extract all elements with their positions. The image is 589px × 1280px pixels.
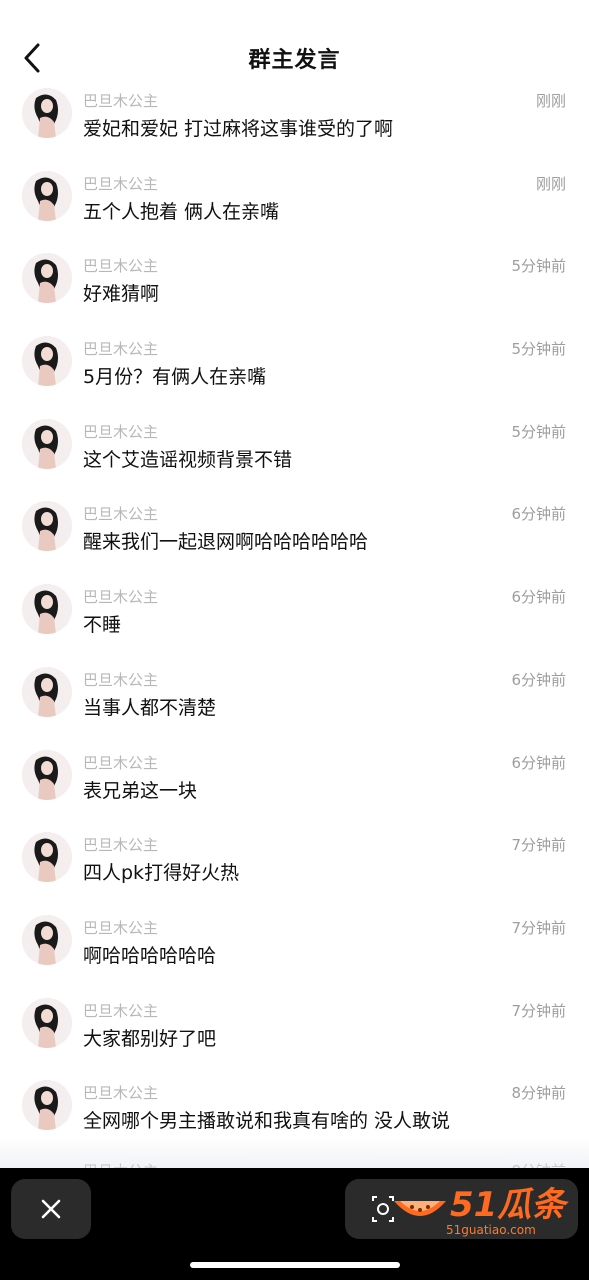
sender-name: 巴旦木公主 <box>83 918 159 937</box>
sender-name: 巴旦木公主 <box>83 340 159 359</box>
user-avatar[interactable] <box>22 997 72 1048</box>
user-avatar[interactable] <box>22 501 72 552</box>
message-text: 全网哪个男主播敢说和我真有啥的 没人敢说 <box>83 1110 451 1133</box>
message-text: 不睡 <box>83 614 122 637</box>
message-timestamp: 5分钟前 <box>511 422 566 441</box>
sender-name: 巴旦木公主 <box>83 753 159 772</box>
header: 群主发言 <box>0 0 589 86</box>
message-item[interactable]: 巴旦木公主 6分钟前表兄弟这一块 <box>0 748 589 831</box>
user-avatar[interactable] <box>22 1080 72 1131</box>
message-text: 大家都别好了吧 <box>83 1027 217 1050</box>
message-timestamp: 6分钟前 <box>511 505 566 524</box>
message-text: 5月份？有俩人在亲嘴 <box>83 366 267 389</box>
message-timestamp: 刚刚 <box>535 174 566 193</box>
user-avatar[interactable] <box>22 914 72 965</box>
watermelon-logo-icon <box>394 1201 446 1216</box>
message-timestamp: 刚刚 <box>535 92 566 110</box>
home-indicator <box>190 1262 400 1268</box>
message-item[interactable]: 巴旦木公主 5分钟前这个艾造谣视频背景不错 <box>0 417 589 500</box>
message-item[interactable]: 巴旦木公主 7分钟前啊哈哈哈哈哈哈 <box>0 913 589 996</box>
message-item[interactable]: 巴旦木公主 7分钟前四人pk打得好火热 <box>0 830 589 913</box>
sender-name: 巴旦木公主 <box>83 505 159 524</box>
user-avatar[interactable] <box>22 832 72 883</box>
sender-name: 巴旦木公主 <box>83 670 159 689</box>
sender-name: 巴旦木公主 <box>83 588 159 607</box>
message-timestamp: 6分钟前 <box>511 588 566 607</box>
message-timestamp: 6分钟前 <box>511 670 566 689</box>
user-avatar[interactable] <box>22 336 72 387</box>
message-timestamp: 7分钟前 <box>511 1001 566 1020</box>
user-avatar[interactable] <box>22 749 72 800</box>
message-text: 这个艾造谣视频背景不错 <box>83 448 293 471</box>
message-text: 五个人抱着 俩人在亲嘴 <box>83 200 280 223</box>
user-avatar[interactable] <box>22 88 72 138</box>
watermark-brand: 51瓜条 <box>450 1185 566 1225</box>
message-item[interactable]: 巴旦木公主 6分钟前当事人都不清楚 <box>0 665 589 748</box>
message-timestamp: 7分钟前 <box>511 836 566 855</box>
sender-name: 巴旦木公主 <box>83 257 159 276</box>
message-timestamp: 7分钟前 <box>511 918 566 937</box>
message-item[interactable]: 巴旦木公主 6分钟前不睡 <box>0 582 589 665</box>
message-item[interactable]: 巴旦木公主 6分钟前醒来我们一起退网啊哈哈哈哈哈哈 <box>0 499 589 582</box>
user-avatar[interactable] <box>22 584 72 635</box>
message-item[interactable]: 巴旦木公主 7分钟前大家都别好了吧 <box>0 996 589 1079</box>
sender-name: 巴旦木公主 <box>83 836 159 855</box>
message-timestamp: 6分钟前 <box>511 753 566 772</box>
message-timestamp: 8分钟前 <box>511 1084 566 1103</box>
close-icon <box>41 1199 61 1219</box>
user-avatar[interactable] <box>22 253 72 304</box>
message-text: 好难猜啊 <box>83 283 160 306</box>
user-avatar[interactable] <box>22 170 72 221</box>
message-text: 四人pk打得好火热 <box>83 862 240 885</box>
message-item[interactable]: 巴旦木公主 5分钟前 5月份？有俩人在亲嘴 <box>0 334 589 417</box>
user-avatar[interactable] <box>22 418 72 469</box>
sender-name: 巴旦木公主 <box>83 92 159 110</box>
message-item[interactable]: 巴旦木公主 5分钟前好难猜啊 <box>0 251 589 334</box>
sender-name: 巴旦木公主 <box>83 174 159 193</box>
watermark-logo: 51瓜条 51guatiao.com <box>388 1175 578 1245</box>
close-button[interactable] <box>11 1179 91 1239</box>
message-timestamp: 5分钟前 <box>511 340 566 359</box>
watermark-url: 51guatiao.com <box>446 1223 536 1237</box>
message-timestamp: 5分钟前 <box>511 257 566 276</box>
message-text: 表兄弟这一块 <box>83 779 198 802</box>
sender-name: 巴旦木公主 <box>83 1001 159 1020</box>
message-item[interactable]: 巴旦木公主 8分钟前全网哪个男主播敢说和我真有啥的 没人敢说 <box>0 1078 589 1146</box>
message-text: 当事人都不清楚 <box>83 696 217 719</box>
sender-name: 巴旦木公主 <box>83 422 159 441</box>
sender-name: 巴旦木公主 <box>83 1084 159 1103</box>
message-item[interactable]: 巴旦木公主 刚刚五个人抱着 俩人在亲嘴 <box>0 169 589 252</box>
message-text: 啊哈哈哈哈哈哈 <box>83 944 217 967</box>
page-title: 群主发言 <box>248 48 341 73</box>
message-list[interactable]: 巴旦木公主 刚刚 爱妃和爱妃 打过麻将这事谁受的了啊 巴旦木公主 刚刚 五个人抱着 俩人在… <box>0 86 589 1146</box>
user-avatar[interactable] <box>22 666 72 717</box>
message-text: 爱妃和爱妃 打过麻将这事谁受的了啊 <box>83 118 394 140</box>
message-item[interactable]: 巴旦木公主 刚刚爱妃和爱妃 打过麻将这事谁受的了啊 <box>0 86 589 169</box>
message-text: 醒来我们一起退网啊哈哈哈哈哈哈 <box>83 531 369 554</box>
